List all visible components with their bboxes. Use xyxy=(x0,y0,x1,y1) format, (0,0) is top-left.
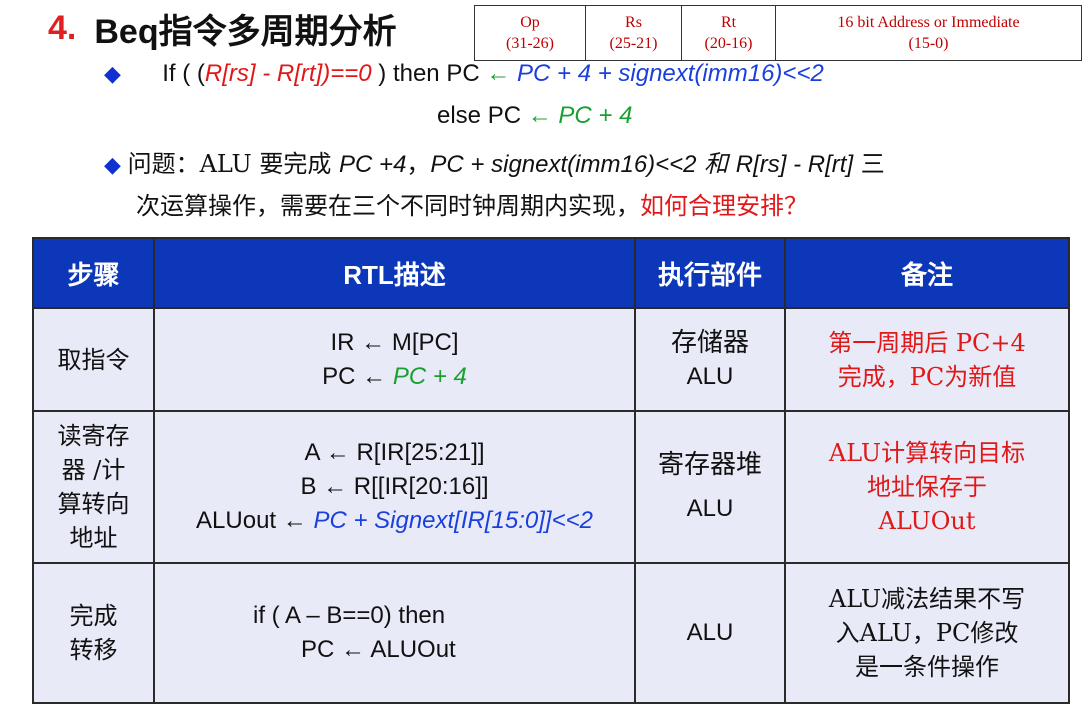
slide-title: 4. Beq指令多周期分析 xyxy=(48,4,397,52)
rtl-cell: IR ← M[PC] PC ← PC + 4 xyxy=(153,307,636,412)
format-field-immediate: 16 bit Address or Immediate (15-0) xyxy=(775,6,1081,60)
field-name: 16 bit Address or Immediate xyxy=(837,14,1020,31)
header-note: 备注 xyxy=(784,237,1070,309)
unit-cell: 寄存器堆 ALU xyxy=(634,410,786,564)
table-row: 取指令 IR ← M[PC] PC ← PC + 4 存储器 ALU 第一周期后… xyxy=(32,307,1070,412)
field-bits: (31-26) xyxy=(506,35,554,52)
diamond-bullet-icon: ◆ xyxy=(104,152,121,177)
format-field-rt: Rt (20-16) xyxy=(681,6,775,60)
rtl-cell: if ( A – B==0) then PC ← ALUOut xyxy=(153,562,636,704)
table-row: 完成 转移 if ( A – B==0) then PC ← ALUOut AL… xyxy=(32,562,1070,704)
note-cell: ALU减法结果不写 入ALU，PC修改 是一条件操作 xyxy=(784,562,1070,704)
branch-target-expression: PC + 4 + signext(imm16)<<2 xyxy=(510,60,824,87)
else-line: else PC ← PC + 4 xyxy=(437,102,633,129)
step-cell: 完成 转移 xyxy=(32,562,155,704)
unit-cell: ALU xyxy=(634,562,786,704)
field-bits: (20-16) xyxy=(704,35,753,52)
step-cell: 读寄存 器 /计 算转向 地址 xyxy=(32,410,155,564)
field-name: Rt xyxy=(720,14,737,31)
header-rtl: RTL描述 xyxy=(153,237,636,309)
unit-cell: 存储器 ALU xyxy=(634,307,786,412)
format-field-rs: Rs (25-21) xyxy=(585,6,681,60)
header-step: 步骤 xyxy=(32,237,155,309)
table-header-row: 步骤 RTL描述 执行部件 备注 xyxy=(32,237,1070,309)
field-name: Op xyxy=(520,14,540,31)
assign-arrow-icon: ← xyxy=(486,60,511,87)
field-bits: (25-21) xyxy=(609,35,658,52)
next-pc-expression: PC + 4 xyxy=(551,102,633,129)
field-bits: (15-0) xyxy=(908,35,949,52)
note-cell: 第一周期后 PC+4 完成，PC为新值 xyxy=(784,307,1070,412)
question-continuation: 次运算操作，需要在三个不同时钟周期内实现，如何合理安排？ xyxy=(136,192,808,220)
instruction-format-box: Op (31-26) Rs (25-21) Rt (20-16) 16 bit … xyxy=(474,5,1082,61)
rtl-cell: A ← R[IR[25:21]] B ← R[[IR[20:16]] ALUou… xyxy=(153,410,636,564)
title-number: 4. xyxy=(48,8,77,47)
condition-expression: R[rs] - R[rt])==0 xyxy=(204,60,372,87)
step-cell: 取指令 xyxy=(32,307,155,412)
format-field-op: Op (31-26) xyxy=(475,6,585,60)
assign-arrow-icon: ← xyxy=(527,102,552,129)
bullet-condition-line: ◆ If ( (R[rs] - R[rt])==0 ) then PC ← PC… xyxy=(104,60,824,87)
field-name: Rs xyxy=(625,14,642,31)
key-question: 如何合理安排？ xyxy=(640,192,808,220)
table-row: 读寄存 器 /计 算转向 地址 A ← R[IR[25:21]] B ← R[[… xyxy=(32,410,1070,564)
diamond-bullet-icon: ◆ xyxy=(104,61,121,86)
beq-cycle-table: 步骤 RTL描述 执行部件 备注 取指令 IR ← M[PC] PC ← PC … xyxy=(32,237,1070,704)
bullet-question-line: ◆ 问题：ALU 要完成 PC +4，PC + signext(imm16)<<… xyxy=(104,150,885,178)
header-unit: 执行部件 xyxy=(634,237,786,309)
note-cell: ALU计算转向目标 地址保存于 ALUOut xyxy=(784,410,1070,564)
title-text: Beq指令多周期分析 xyxy=(94,12,397,51)
